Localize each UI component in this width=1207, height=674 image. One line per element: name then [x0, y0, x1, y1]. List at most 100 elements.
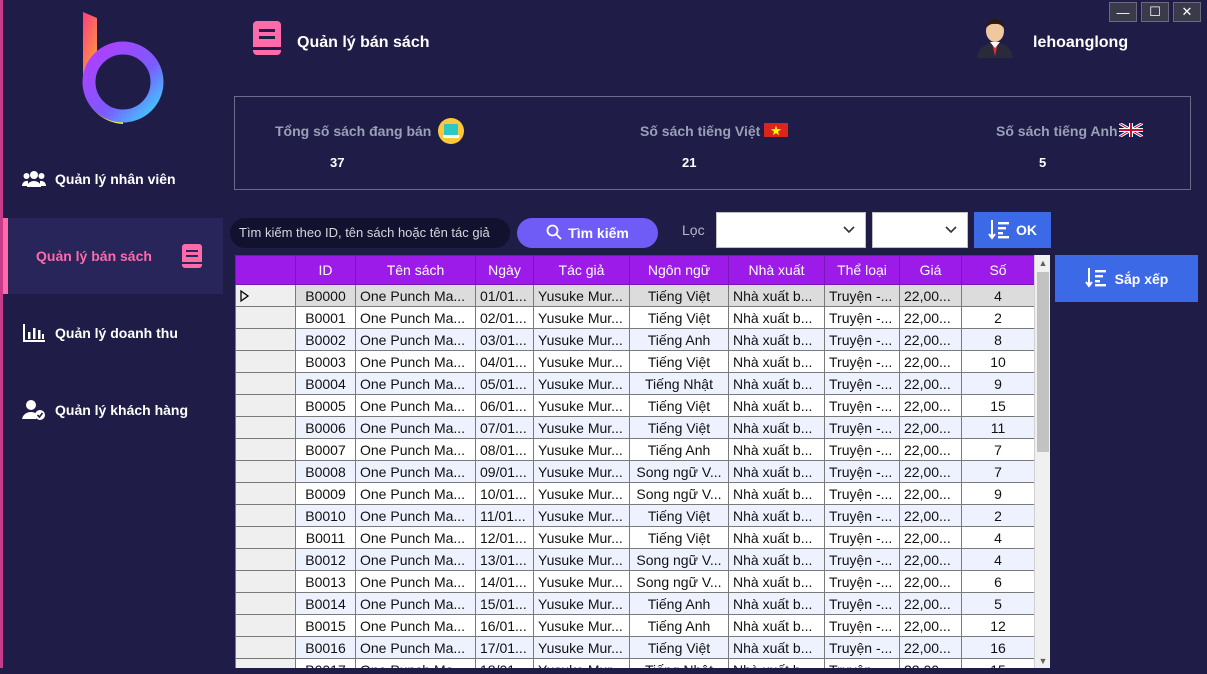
table-cell[interactable]: 7: [961, 438, 1035, 461]
table-cell[interactable]: Nhà xuất b...: [728, 306, 825, 329]
table-cell[interactable]: One Punch Ma...: [355, 328, 476, 351]
table-cell[interactable]: Truyện -...: [824, 526, 900, 549]
table-row[interactable]: B0009 One Punch Ma... 10/01... Yusuke Mur..…: [235, 482, 1035, 505]
table-cell[interactable]: One Punch Ma...: [355, 636, 476, 659]
table-cell[interactable]: 22,00...: [899, 394, 962, 417]
table-cell[interactable]: Tiếng Việt: [629, 636, 729, 659]
table-cell[interactable]: 9: [961, 482, 1035, 505]
table-cell[interactable]: Yusuke Mur...: [533, 614, 630, 637]
maximize-button[interactable]: ☐: [1141, 2, 1169, 22]
close-button[interactable]: ✕: [1173, 2, 1201, 22]
table-cell[interactable]: B0003: [295, 350, 356, 373]
table-cell[interactable]: 4: [961, 284, 1035, 307]
table-cell[interactable]: Song ngữ V...: [629, 482, 729, 505]
column-header[interactable]: Số: [961, 255, 1035, 285]
table-cell[interactable]: Nhà xuất b...: [728, 614, 825, 637]
table-row[interactable]: B0010 One Punch Ma... 11/01... Yusuke Mur..…: [235, 504, 1035, 527]
table-cell[interactable]: 16: [961, 636, 1035, 659]
table-cell[interactable]: 11/01...: [475, 504, 534, 527]
table-cell[interactable]: One Punch Ma...: [355, 592, 476, 615]
table-cell[interactable]: Truyện -...: [824, 306, 900, 329]
row-header[interactable]: [235, 570, 296, 593]
table-cell[interactable]: 06/01...: [475, 394, 534, 417]
table-cell[interactable]: Truyện -...: [824, 284, 900, 307]
table-cell[interactable]: Nhà xuất b...: [728, 416, 825, 439]
table-cell[interactable]: 6: [961, 570, 1035, 593]
table-cell[interactable]: Nhà xuất b...: [728, 482, 825, 505]
filter-select-1[interactable]: [716, 212, 866, 248]
table-cell[interactable]: B0001: [295, 306, 356, 329]
row-header[interactable]: [235, 328, 296, 351]
table-cell[interactable]: Tiếng Việt: [629, 394, 729, 417]
table-cell[interactable]: 5: [961, 592, 1035, 615]
table-cell[interactable]: 03/01...: [475, 328, 534, 351]
table-cell[interactable]: Yusuke Mur...: [533, 482, 630, 505]
table-cell[interactable]: B0015: [295, 614, 356, 637]
table-cell[interactable]: 16/01...: [475, 614, 534, 637]
avatar[interactable]: [975, 16, 1015, 58]
row-header[interactable]: [235, 438, 296, 461]
row-header[interactable]: [235, 614, 296, 637]
table-cell[interactable]: One Punch Ma...: [355, 526, 476, 549]
column-header[interactable]: Ngôn ngữ: [629, 255, 729, 285]
sidebar-item-revenue[interactable]: Quản lý doanh thu: [3, 295, 223, 371]
table-cell[interactable]: Nhà xuất b...: [728, 592, 825, 615]
vertical-scrollbar[interactable]: ▲ ▼: [1034, 255, 1050, 674]
table-cell[interactable]: 22,00...: [899, 592, 962, 615]
table-cell[interactable]: B0013: [295, 570, 356, 593]
table-cell[interactable]: 05/01...: [475, 372, 534, 395]
table-cell[interactable]: B0008: [295, 460, 356, 483]
table-cell[interactable]: Yusuke Mur...: [533, 636, 630, 659]
table-cell[interactable]: 22,00...: [899, 548, 962, 571]
table-cell[interactable]: Tiếng Việt: [629, 350, 729, 373]
table-cell[interactable]: 22,00...: [899, 614, 962, 637]
table-cell[interactable]: B0005: [295, 394, 356, 417]
table-cell[interactable]: 4: [961, 548, 1035, 571]
column-header[interactable]: Nhà xuất: [728, 255, 825, 285]
table-cell[interactable]: Truyện -...: [824, 592, 900, 615]
table-cell[interactable]: Truyện -...: [824, 394, 900, 417]
table-cell[interactable]: B0007: [295, 438, 356, 461]
table-cell[interactable]: Yusuke Mur...: [533, 416, 630, 439]
column-header[interactable]: ID: [295, 255, 356, 285]
table-cell[interactable]: 10/01...: [475, 482, 534, 505]
table-row[interactable]: B0001 One Punch Ma... 02/01... Yusuke Mur..…: [235, 306, 1035, 329]
table-cell[interactable]: 9: [961, 372, 1035, 395]
table-cell[interactable]: Tiếng Anh: [629, 438, 729, 461]
filter-ok-button[interactable]: OK: [974, 212, 1051, 248]
table-cell[interactable]: One Punch Ma...: [355, 350, 476, 373]
table-cell[interactable]: 13/01...: [475, 548, 534, 571]
table-cell[interactable]: One Punch Ma...: [355, 284, 476, 307]
table-cell[interactable]: Tiếng Việt: [629, 504, 729, 527]
row-header[interactable]: [235, 372, 296, 395]
books-table[interactable]: ID Tên sách Ngày Tác giả Ngôn ngữ Nhà xu…: [235, 255, 1050, 674]
table-cell[interactable]: Tiếng Việt: [629, 306, 729, 329]
table-cell[interactable]: B0012: [295, 548, 356, 571]
table-cell[interactable]: 08/01...: [475, 438, 534, 461]
table-cell[interactable]: Truyện -...: [824, 350, 900, 373]
column-header[interactable]: Tên sách: [355, 255, 476, 285]
table-cell[interactable]: One Punch Ma...: [355, 306, 476, 329]
row-header[interactable]: [235, 548, 296, 571]
table-cell[interactable]: Tiếng Anh: [629, 592, 729, 615]
table-cell[interactable]: Yusuke Mur...: [533, 526, 630, 549]
table-cell[interactable]: 7: [961, 460, 1035, 483]
table-cell[interactable]: Nhà xuất b...: [728, 636, 825, 659]
table-cell[interactable]: 22,00...: [899, 372, 962, 395]
table-cell[interactable]: Yusuke Mur...: [533, 328, 630, 351]
table-cell[interactable]: Nhà xuất b...: [728, 570, 825, 593]
row-header[interactable]: [235, 460, 296, 483]
table-cell[interactable]: One Punch Ma...: [355, 438, 476, 461]
table-cell[interactable]: 22,00...: [899, 284, 962, 307]
table-cell[interactable]: Nhà xuất b...: [728, 328, 825, 351]
table-row[interactable]: B0004 One Punch Ma... 05/01... Yusuke Mur..…: [235, 372, 1035, 395]
row-header[interactable]: [235, 306, 296, 329]
filter-select-2[interactable]: [872, 212, 968, 248]
table-cell[interactable]: 04/01...: [475, 350, 534, 373]
table-cell[interactable]: Tiếng Nhật: [629, 372, 729, 395]
sidebar-item-book-sales[interactable]: Quản lý bán sách: [3, 218, 223, 294]
table-cell[interactable]: Nhà xuất b...: [728, 526, 825, 549]
table-row[interactable]: B0013 One Punch Ma... 14/01... Yusuke Mur..…: [235, 570, 1035, 593]
table-cell[interactable]: 22,00...: [899, 350, 962, 373]
table-cell[interactable]: Song ngữ V...: [629, 570, 729, 593]
